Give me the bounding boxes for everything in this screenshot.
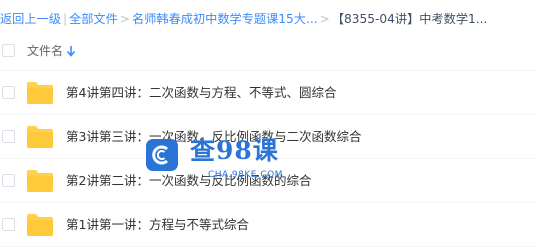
folder-name[interactable]: 第4讲第四讲：二次函数与方程、不等式、圆综合 [66,84,336,102]
all-files-link[interactable]: 全部文件 [69,8,118,30]
breadcrumb-arrow: > [119,12,131,26]
column-filename[interactable]: 文件名 [27,42,63,60]
folder-icon [27,126,53,148]
current-folder: 【8355-04讲】中考数学1... [331,12,488,26]
select-all-checkbox[interactable] [2,44,15,57]
folder-link[interactable]: 名师韩春成初中数学专题课15大... [132,8,318,30]
row-checkbox[interactable] [2,174,15,187]
file-list-header: 文件名 [0,40,536,64]
back-link[interactable]: 返回上一级 [0,8,61,30]
list-item[interactable]: 第3讲第三讲：一次函数、反比例函数与二次函数综合 [0,115,536,159]
folder-name[interactable]: 第2讲第二讲：一次函数与反比例函数的综合 [66,172,311,190]
folder-icon [27,214,53,236]
breadcrumb-separator: | [62,12,68,26]
row-checkbox[interactable] [2,130,15,143]
arrow-down-icon[interactable] [66,44,76,58]
list-item[interactable]: 第1讲第一讲：方程与不等式综合 [0,203,536,247]
row-checkbox[interactable] [2,86,15,99]
list-item[interactable]: 第4讲第四讲：二次函数与方程、不等式、圆综合 [0,71,536,115]
breadcrumb-arrow: > [319,12,330,26]
list-item[interactable]: 第2讲第二讲：一次函数与反比例函数的综合 [0,159,536,203]
folder-icon [27,82,53,104]
breadcrumb: 返回上一级 | 全部文件 > 名师韩春成初中数学专题课15大... > 【8355-04讲】… [0,8,536,30]
folder-icon [27,170,53,192]
row-checkbox[interactable] [2,218,15,231]
folder-name[interactable]: 第3讲第三讲：一次函数、反比例函数与二次函数综合 [66,128,361,146]
folder-name[interactable]: 第1讲第一讲：方程与不等式综合 [66,216,249,234]
